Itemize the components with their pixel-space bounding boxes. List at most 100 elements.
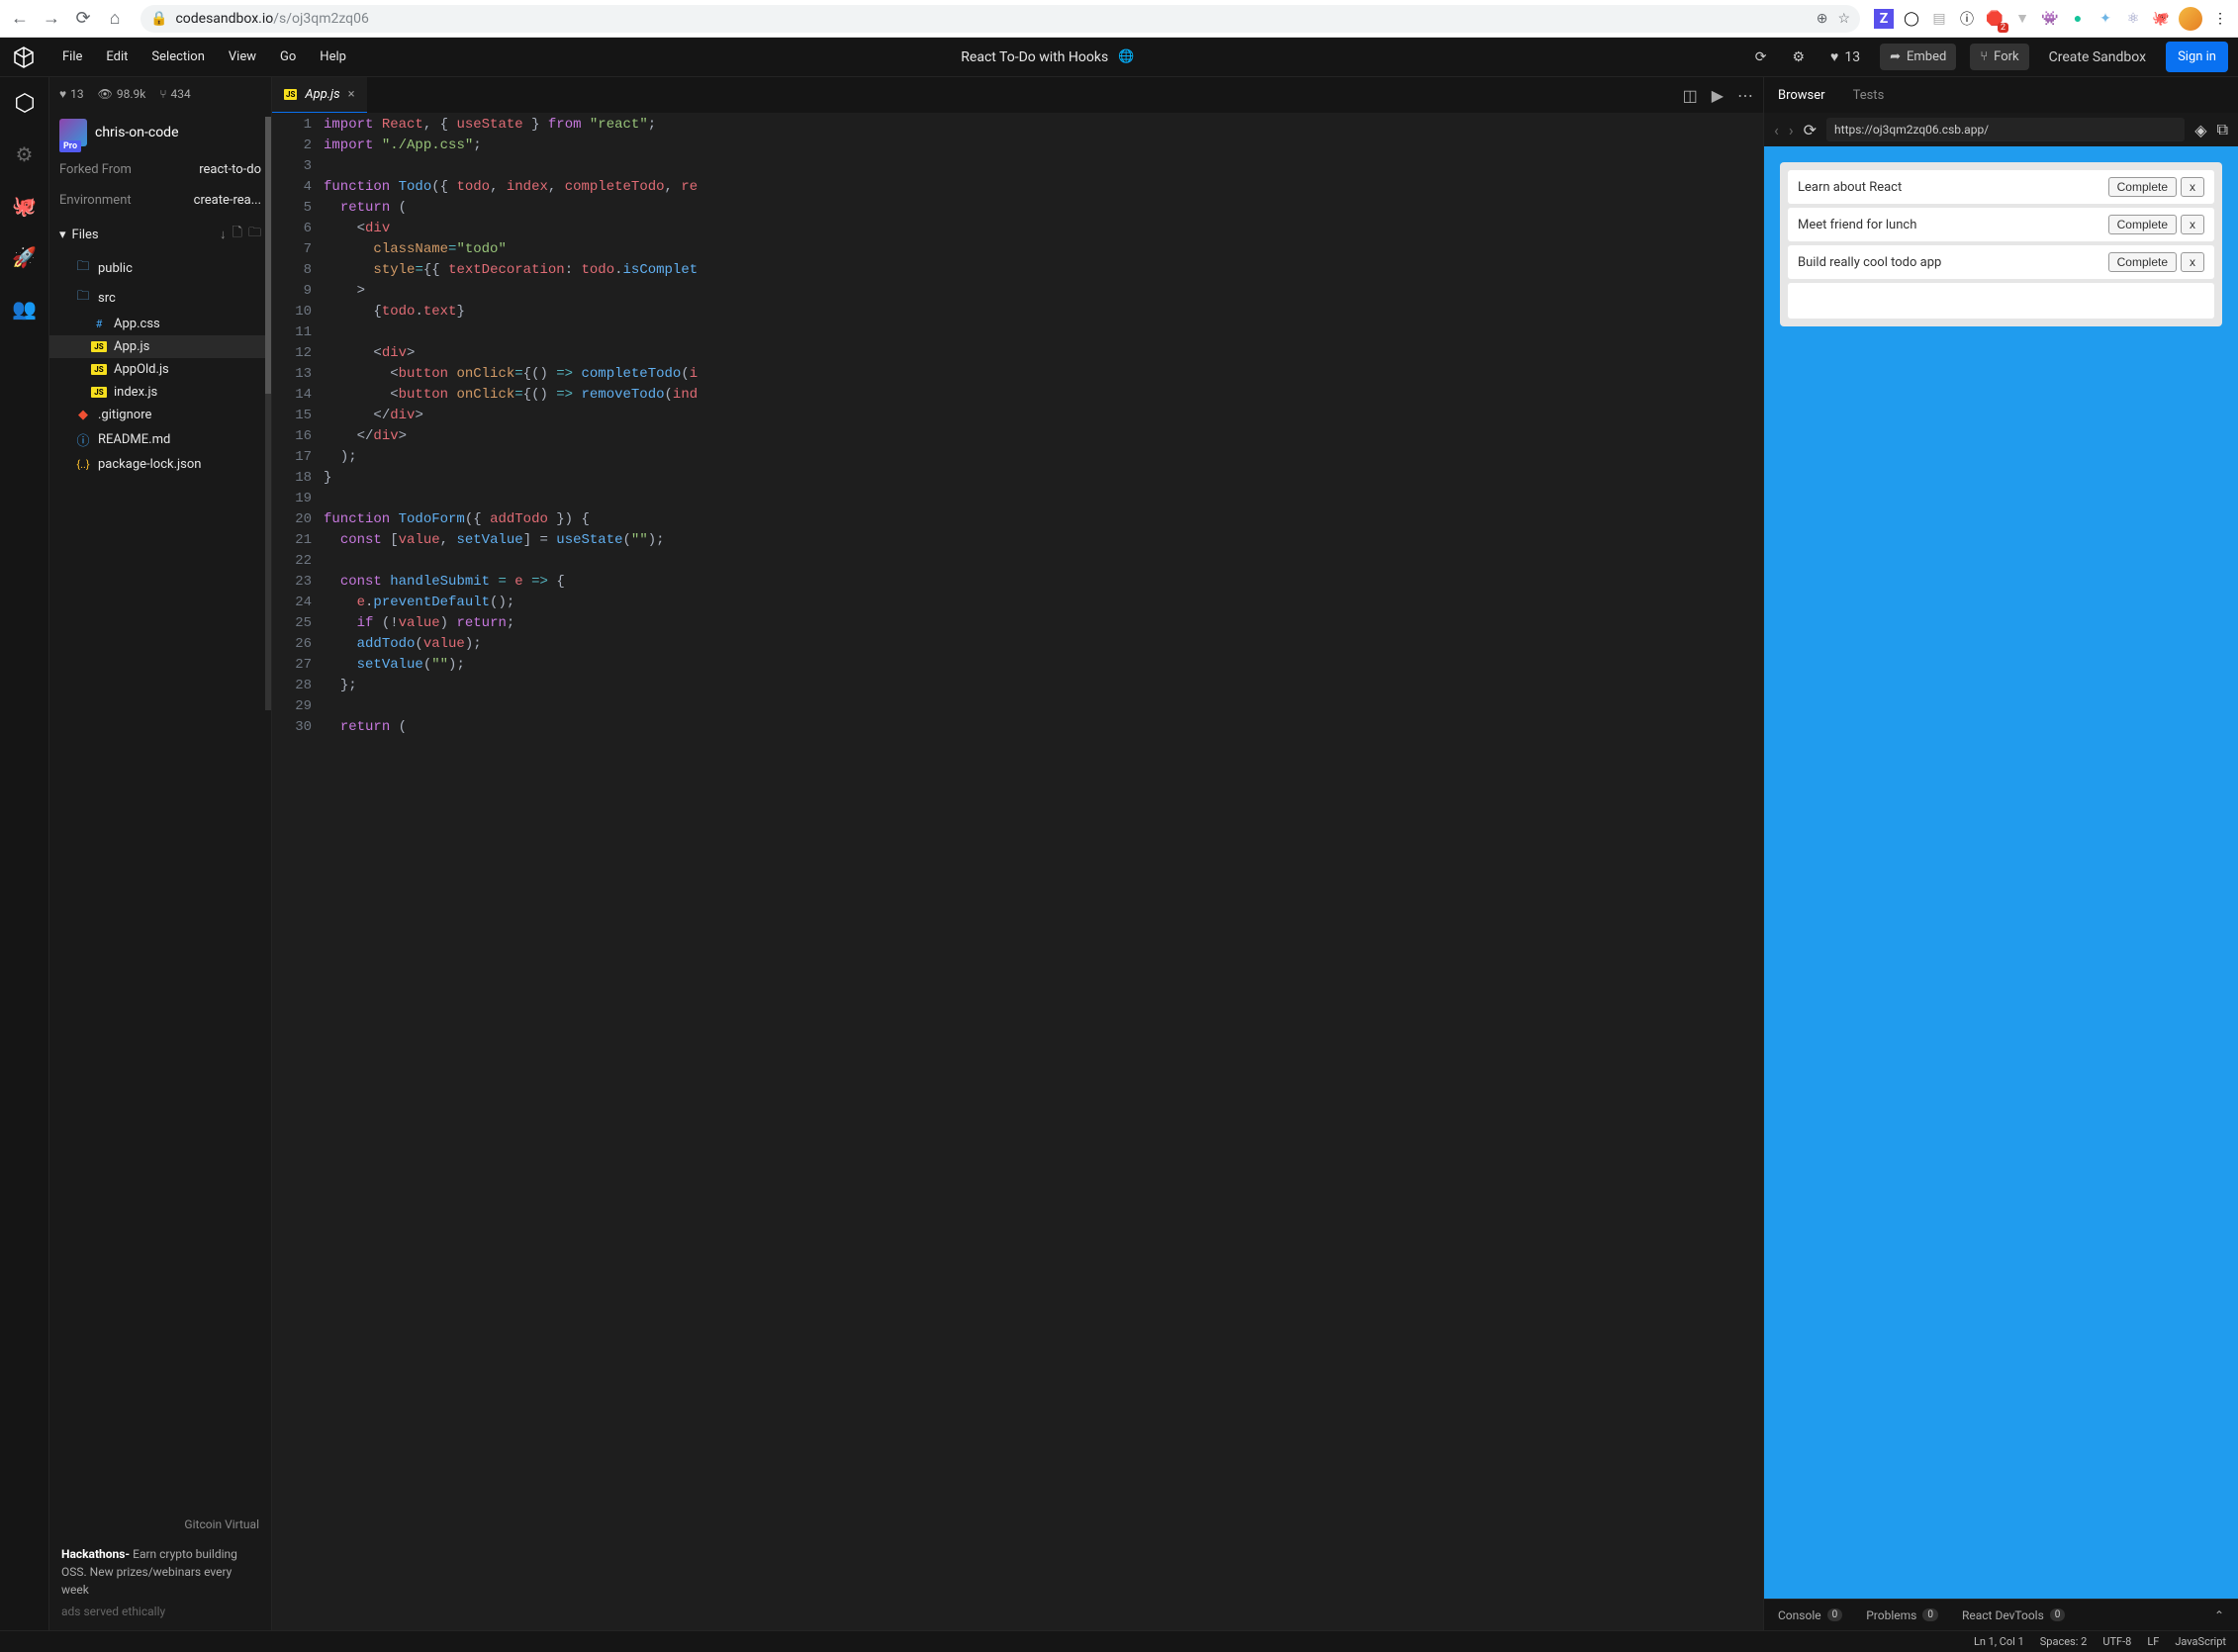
stat-likes[interactable]: ♥ 13	[59, 87, 84, 101]
preview-icon[interactable]: ▶	[1712, 86, 1724, 105]
sandbox-title[interactable]: React To-Do with Hooks	[961, 49, 1108, 65]
ext-icon-github[interactable]: 🐙	[2151, 9, 2171, 29]
tab-problems[interactable]: Problems0	[1866, 1608, 1938, 1622]
pro-badge: Pro	[59, 140, 81, 152]
new-file-icon[interactable]: 🗋	[233, 224, 242, 245]
file--gitignore[interactable]: ◆.gitignore	[49, 404, 271, 426]
ext-icon-z[interactable]: Z	[1874, 9, 1894, 29]
preview-forward-icon[interactable]: ›	[1789, 121, 1794, 139]
create-sandbox-button[interactable]: Create Sandbox	[2043, 46, 2152, 69]
settings-gear-icon[interactable]: ⚙	[1786, 46, 1811, 69]
activity-sandbox-icon[interactable]	[11, 89, 39, 117]
remove-button[interactable]: x	[2181, 215, 2204, 234]
file-readme-md[interactable]: ⓘREADME.md	[49, 426, 271, 453]
activity-bar: ⚙ 🐙 🚀 👥	[0, 77, 49, 1630]
ext-icon-abp[interactable]: 🛑2	[1985, 9, 2005, 29]
editor-panel: JS App.js × ◫ ▶ ⋯ 1234567891011121314151…	[272, 77, 1763, 1630]
complete-button[interactable]: Complete	[2108, 177, 2177, 197]
codesandbox-logo-icon[interactable]	[10, 44, 38, 71]
menu-view[interactable]: View	[229, 49, 256, 64]
ext-icon-vue[interactable]: ▼	[2012, 9, 2032, 29]
browser-forward-button[interactable]: →	[40, 7, 63, 31]
sign-in-button[interactable]: Sign in	[2166, 42, 2228, 72]
encoding[interactable]: UTF-8	[2102, 1635, 2131, 1648]
embed-button[interactable]: ➦ Embed	[1880, 44, 1956, 70]
tab-react-devtools[interactable]: React DevTools0	[1962, 1608, 2065, 1622]
ad-title[interactable]: Gitcoin Virtual	[61, 1516, 259, 1533]
cursor-position[interactable]: Ln 1, Col 1	[1974, 1635, 2024, 1648]
likes-button[interactable]: ♥ 13	[1824, 45, 1866, 69]
todo-text: Build really cool todo app	[1798, 255, 2104, 270]
files-header[interactable]: ▾ Files ↓ 🗋 🗀	[49, 216, 271, 253]
preview-url[interactable]: https://oj3qm2zq06.csb.app/	[1826, 118, 2185, 141]
browser-reload-button[interactable]: ⟳	[71, 7, 95, 31]
file-public[interactable]: 🗀public	[49, 253, 271, 283]
more-actions-icon[interactable]: ⋯	[1737, 86, 1753, 105]
complete-button[interactable]: Complete	[2108, 252, 2177, 272]
sidebar-scrollbar[interactable]	[265, 117, 271, 710]
split-editor-icon[interactable]: ◫	[1683, 86, 1698, 105]
privacy-globe-icon[interactable]: 🌐	[1118, 49, 1134, 64]
menu-help[interactable]: Help	[320, 49, 346, 64]
remove-button[interactable]: x	[2181, 252, 2204, 272]
browser-menu-icon[interactable]: ⋮	[2210, 9, 2230, 29]
bookmark-icon[interactable]: ☆	[1837, 11, 1850, 27]
menu-edit[interactable]: Edit	[106, 49, 128, 64]
tab-tests[interactable]: Tests	[1853, 88, 1885, 103]
complete-button[interactable]: Complete	[2108, 215, 2177, 234]
browser-url-path: /s/oj3qm2zq06	[273, 11, 369, 27]
ext-icon-ninja[interactable]: 👾	[2040, 9, 2060, 29]
browser-home-button[interactable]: ⌂	[103, 7, 127, 31]
ext-icon-doc[interactable]: ▤	[1929, 9, 1949, 29]
preview-open-external-icon[interactable]: ⧉	[2217, 120, 2228, 139]
menu-go[interactable]: Go	[280, 49, 296, 64]
todo-input[interactable]	[1788, 283, 2214, 319]
activity-github-icon[interactable]: 🐙	[11, 192, 39, 220]
file-app-css[interactable]: #App.css	[49, 313, 271, 335]
devtools-expand-icon[interactable]: ⌃	[2214, 1608, 2224, 1622]
file-src[interactable]: 🗀src	[49, 283, 271, 313]
language-mode[interactable]: JavaScript	[2175, 1635, 2226, 1648]
tab-browser[interactable]: Browser	[1778, 88, 1825, 103]
ad-body[interactable]: Hackathons- Earn crypto building OSS. Ne…	[61, 1545, 259, 1599]
remove-button[interactable]: x	[2181, 177, 2204, 197]
ext-icon-grammarly[interactable]: ●	[2068, 9, 2088, 29]
activity-live-icon[interactable]: 👥	[11, 295, 39, 322]
tab-console[interactable]: Console0	[1778, 1608, 1842, 1622]
file-appold-js[interactable]: JSAppOld.js	[49, 358, 271, 381]
sidebar: ♥ 13 👁 98.9k ⑂ 434 Pro chris-on-code For…	[49, 77, 272, 1630]
ext-icon-ember[interactable]: ✦	[2096, 9, 2115, 29]
activity-settings-icon[interactable]: ⚙	[11, 140, 39, 168]
forked-from-row[interactable]: Forked From react-to-do	[49, 154, 271, 185]
lock-icon: 🔒	[150, 11, 167, 27]
refresh-button[interactable]: ⟳	[1749, 46, 1773, 69]
browser-profile-avatar[interactable]	[2179, 7, 2202, 31]
download-icon[interactable]: ↓	[220, 227, 227, 242]
close-tab-icon[interactable]: ×	[348, 87, 355, 102]
indent-setting[interactable]: Spaces: 2	[2040, 1635, 2088, 1648]
preview-reload-icon[interactable]: ⟳	[1804, 121, 1817, 139]
ext-icon-circle[interactable]: ◯	[1902, 9, 1921, 29]
owner-row[interactable]: Pro chris-on-code	[49, 111, 271, 154]
new-folder-icon[interactable]: 🗀	[248, 224, 261, 245]
file-index-js[interactable]: JSindex.js	[49, 381, 271, 404]
ext-icon-info[interactable]: ⓘ	[1957, 9, 1977, 29]
fork-button[interactable]: ⑂ Fork	[1970, 44, 2028, 70]
preview-back-icon[interactable]: ‹	[1774, 121, 1779, 139]
stat-forks[interactable]: ⑂ 434	[159, 87, 190, 101]
stat-views[interactable]: 👁 98.9k	[98, 87, 146, 101]
editor-tab-app-js[interactable]: JS App.js ×	[272, 77, 367, 113]
menu-selection[interactable]: Selection	[151, 49, 204, 64]
preview-structure-icon[interactable]: ◈	[2194, 121, 2206, 139]
browser-back-button[interactable]: ←	[8, 7, 32, 31]
activity-deploy-icon[interactable]: 🚀	[11, 243, 39, 271]
file-package-lock-json[interactable]: {..}package-lock.json	[49, 453, 271, 476]
add-tab-icon[interactable]: ⊕	[1817, 11, 1828, 27]
file-app-js[interactable]: JSApp.js	[49, 335, 271, 358]
environment-row[interactable]: Environment create-rea...	[49, 185, 271, 216]
code-editor[interactable]: 1234567891011121314151617181920212223242…	[272, 113, 1763, 1630]
ext-icon-react[interactable]: ⚛	[2123, 9, 2143, 29]
menu-file[interactable]: File	[62, 49, 82, 64]
browser-address-bar[interactable]: 🔒 codesandbox.io/s/oj3qm2zq06 ⊕ ☆	[140, 5, 1860, 33]
eol[interactable]: LF	[2147, 1635, 2159, 1648]
